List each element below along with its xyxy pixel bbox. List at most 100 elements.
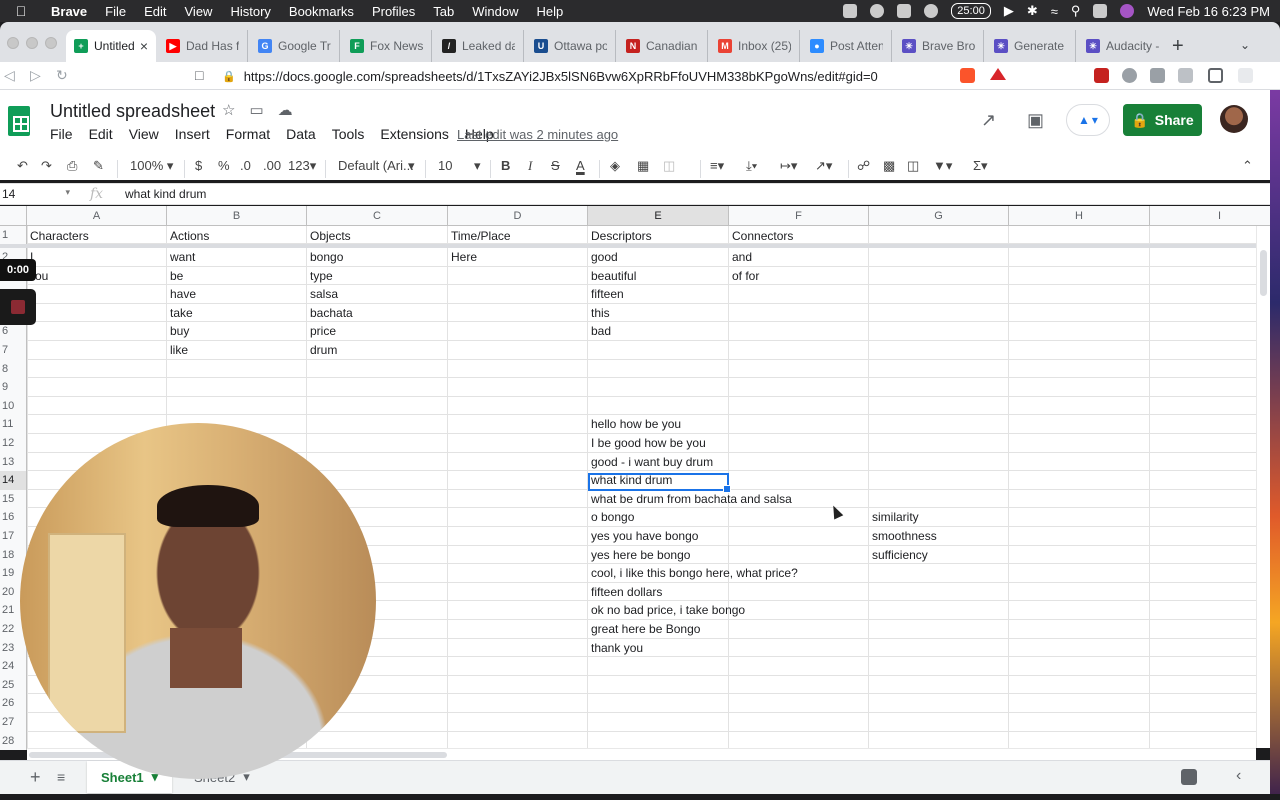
row-header-6[interactable]: 6 bbox=[0, 322, 27, 341]
wifi-icon[interactable]: ≈ bbox=[1051, 4, 1058, 19]
row-header-13[interactable]: 13 bbox=[0, 452, 27, 472]
row-header-9[interactable]: 9 bbox=[0, 378, 27, 397]
cell-c6[interactable]: price bbox=[307, 322, 336, 340]
doc-menu-view[interactable]: View bbox=[121, 126, 167, 142]
cell-e15[interactable]: what be drum from bachata and salsa bbox=[588, 490, 792, 508]
paint-format-icon[interactable]: ✎ bbox=[93, 158, 104, 174]
cell-f2[interactable]: and bbox=[729, 248, 752, 266]
column-header-e[interactable]: E bbox=[588, 206, 729, 226]
increase-decimal-button[interactable]: .00 bbox=[263, 158, 281, 173]
new-tab-button[interactable]: + bbox=[1172, 35, 1184, 58]
row-header-27[interactable]: 27 bbox=[0, 713, 27, 732]
minimize-window-button[interactable] bbox=[26, 37, 38, 49]
column-header-h[interactable]: H bbox=[1009, 206, 1150, 226]
webcam-overlay[interactable] bbox=[20, 423, 376, 779]
bluetooth-icon[interactable]: ✱ bbox=[1027, 3, 1038, 19]
puzzle-icon[interactable] bbox=[1150, 68, 1165, 83]
move-folder-icon[interactable]: ▭ bbox=[249, 101, 263, 119]
row-header-10[interactable]: 10 bbox=[0, 396, 27, 416]
zoom-status-icon[interactable] bbox=[843, 4, 858, 18]
font-select[interactable]: Default (Ari... bbox=[338, 158, 418, 173]
doc-menu-edit[interactable]: Edit bbox=[81, 126, 121, 142]
document-title[interactable]: Untitled spreadsheet bbox=[50, 101, 215, 122]
cell-a1[interactable]: Characters bbox=[27, 227, 89, 245]
link-icon[interactable]: ☍ bbox=[857, 158, 870, 174]
select-all-corner[interactable] bbox=[0, 206, 27, 226]
cell-c2[interactable]: bongo bbox=[307, 248, 343, 266]
font-dropdown-icon[interactable]: ▾ bbox=[408, 158, 415, 174]
text-wrap-icon[interactable]: ↦▾ bbox=[780, 158, 797, 174]
formula-input[interactable]: what kind drum bbox=[125, 187, 206, 201]
row-header-12[interactable]: 12 bbox=[0, 434, 27, 453]
cell-e2[interactable]: good bbox=[588, 248, 618, 266]
cell-e12[interactable]: I be good how be you bbox=[588, 434, 706, 452]
last-edit-link[interactable]: Last edit was 2 minutes ago bbox=[457, 127, 618, 142]
cell-b6[interactable]: buy bbox=[167, 322, 189, 340]
fill-color-icon[interactable]: ◈ bbox=[610, 158, 620, 174]
zoom-select[interactable]: 100% ▾ bbox=[130, 158, 173, 174]
currency-format-button[interactable]: $ bbox=[195, 158, 202, 173]
apple-icon[interactable]:  bbox=[0, 3, 42, 19]
activity-trend-icon[interactable]: ↗ bbox=[981, 110, 996, 131]
row-header-15[interactable]: 15 bbox=[0, 489, 27, 509]
font-size-select[interactable]: 10 bbox=[438, 158, 452, 173]
menu-window[interactable]: Window bbox=[463, 4, 527, 19]
cell-e19[interactable]: cool, i like this bongo here, what price… bbox=[588, 564, 798, 582]
tab-audacity[interactable]: ✳ Audacity - bbox=[1078, 30, 1168, 62]
cell-e6[interactable]: bad bbox=[588, 322, 611, 340]
cell-e21[interactable]: ok no bad price, i take bongo bbox=[588, 601, 745, 619]
cell-e17[interactable]: yes you have bongo bbox=[588, 527, 698, 545]
row-header-25[interactable]: 25 bbox=[0, 675, 27, 695]
back-button[interactable]: ◁ bbox=[4, 67, 15, 84]
forward-button[interactable]: ▷ bbox=[30, 67, 41, 84]
vertical-scrollbar[interactable] bbox=[1256, 226, 1270, 748]
play-icon[interactable]: ▶ bbox=[1004, 3, 1014, 19]
menu-file[interactable]: File bbox=[96, 4, 135, 19]
doc-menu-tools[interactable]: Tools bbox=[324, 126, 373, 142]
cell-b3[interactable]: be bbox=[167, 267, 183, 285]
functions-icon[interactable]: Σ▾ bbox=[973, 158, 988, 174]
tab-search-chevron-icon[interactable]: ⌄ bbox=[1240, 38, 1250, 52]
tab-leaked-data[interactable]: / Leaked dat bbox=[434, 30, 524, 62]
doc-menu-extensions[interactable]: Extensions bbox=[372, 126, 456, 142]
cell-e18[interactable]: yes here be bongo bbox=[588, 546, 690, 564]
cell-f3[interactable]: of for bbox=[729, 267, 759, 285]
undo-icon[interactable]: ↶ bbox=[17, 158, 28, 174]
tab-untitled-spreadsheet[interactable]: + Untitled × bbox=[66, 30, 156, 62]
menu-history[interactable]: History bbox=[221, 4, 279, 19]
menu-view[interactable]: View bbox=[176, 4, 222, 19]
more-formats-button[interactable]: 123▾ bbox=[288, 158, 316, 174]
italic-button[interactable]: I bbox=[528, 158, 532, 174]
bold-button[interactable]: B bbox=[501, 158, 510, 173]
percent-format-button[interactable]: % bbox=[218, 158, 230, 173]
column-header-g[interactable]: G bbox=[869, 206, 1009, 226]
present-button[interactable]: ▲ ▾ bbox=[1066, 104, 1110, 136]
zoom-window-button[interactable] bbox=[45, 37, 57, 49]
menu-bookmarks[interactable]: Bookmarks bbox=[280, 4, 363, 19]
stop-recording-button[interactable] bbox=[0, 289, 36, 325]
scroll-thumb[interactable] bbox=[1260, 250, 1267, 296]
tab-google-translate[interactable]: G Google Tra bbox=[250, 30, 340, 62]
cell-e20[interactable]: fifteen dollars bbox=[588, 583, 662, 601]
reading-list-icon[interactable] bbox=[1178, 68, 1193, 83]
add-sheet-button[interactable]: + bbox=[30, 767, 41, 788]
close-tab-icon[interactable]: × bbox=[140, 38, 148, 54]
cell-e3[interactable]: beautiful bbox=[588, 267, 636, 285]
cell-c4[interactable]: salsa bbox=[307, 285, 338, 303]
lock-icon[interactable]: 🔒 bbox=[222, 70, 236, 83]
cell-b7[interactable]: like bbox=[167, 341, 188, 359]
filter-icon[interactable]: ▼▾ bbox=[933, 158, 952, 174]
row-header-7[interactable]: 7 bbox=[0, 341, 27, 360]
row-header-17[interactable]: 17 bbox=[0, 527, 27, 546]
row-header-11[interactable]: 11 bbox=[0, 415, 27, 434]
cell-e23[interactable]: thank you bbox=[588, 639, 643, 657]
insert-comment-icon[interactable]: ▩ bbox=[883, 158, 895, 174]
row-header-16[interactable]: 16 bbox=[0, 508, 27, 527]
cell-b2[interactable]: want bbox=[167, 248, 195, 266]
avatar[interactable] bbox=[1220, 105, 1248, 133]
font-size-dropdown-icon[interactable]: ▾ bbox=[474, 158, 481, 174]
clock[interactable]: Wed Feb 16 6:23 PM bbox=[1147, 4, 1270, 19]
cell-b1[interactable]: Actions bbox=[167, 227, 209, 245]
cell-d1[interactable]: Time/Place bbox=[448, 227, 511, 245]
cell-g16[interactable]: similarity bbox=[869, 508, 919, 526]
